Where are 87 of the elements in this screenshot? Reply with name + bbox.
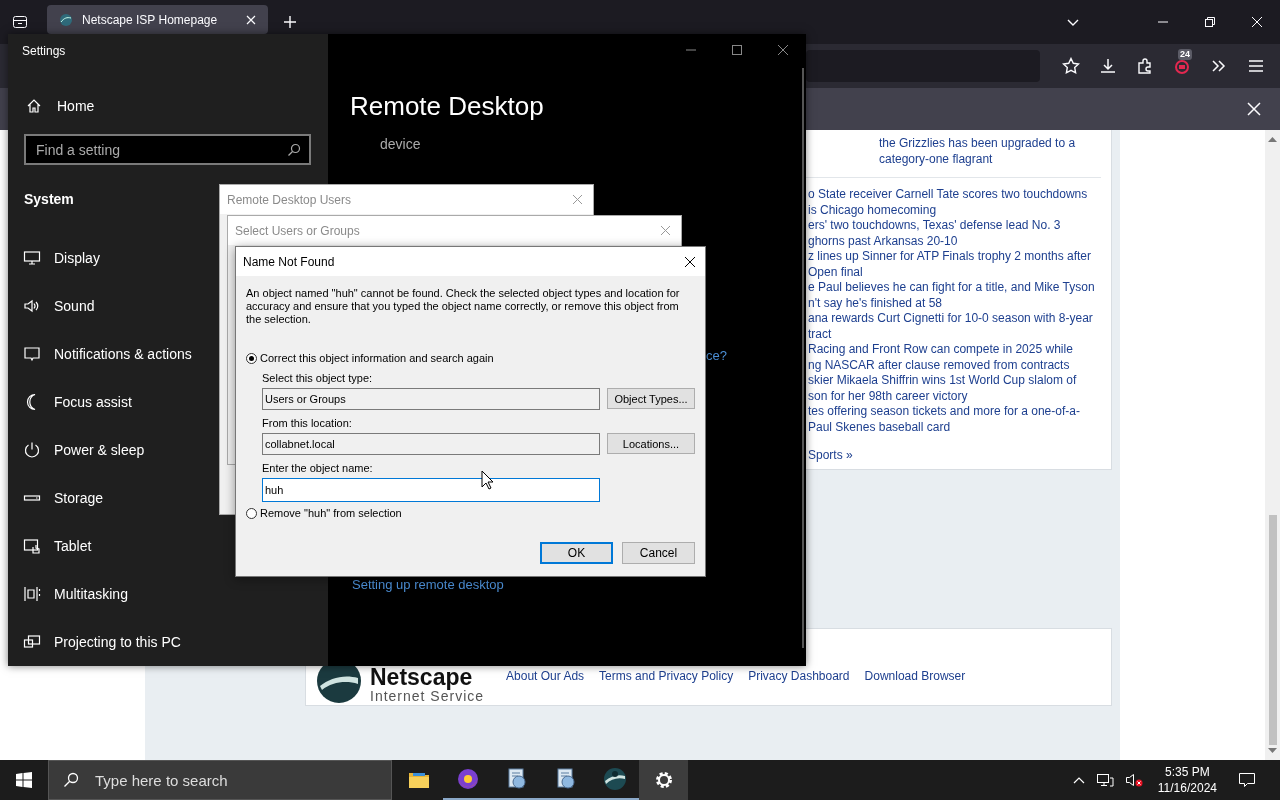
news-link[interactable]: tes offering season tickets and more for a one-of-a- [808,404,1111,420]
input-field[interactable]: Users or Groups [262,388,600,410]
search-field[interactable]: Type here to search [48,760,392,800]
field-label: From this location: [262,417,353,430]
more-link[interactable]: Sports » [808,448,1111,462]
browser-icon [455,767,480,791]
news-link[interactable]: son for her 98th career victory [808,388,1111,404]
dialog-title: Select Users or Groups [235,223,360,238]
nav-item[interactable]: Projecting to this PC [8,618,328,666]
count-badge: 24 [1178,49,1192,60]
footer-link[interactable]: About Our Ads [506,669,585,683]
news-link[interactable]: ers' two touchdowns, Texas' defense lead No. 3 [808,218,1111,234]
page-title: Remote Desktop [350,90,545,122]
search-icon [287,143,301,157]
dialog-button[interactable]: Cancel [622,542,695,564]
footer-link[interactable]: Terms and Privacy Policy [599,669,734,683]
help-link[interactable]: Setting up remote desktop [352,575,806,595]
display-icon [23,249,41,267]
dialog-message: An object named "huh" cannot be found. Check the selected object types and location for accuracy and ensure that you typed the object name correctly, or remove this object from the selection. [246,287,681,326]
favicon-icon [59,12,73,27]
dialog-button[interactable]: Locations... [607,433,695,454]
projecting-icon [23,633,41,651]
search-field[interactable]: Find a setting [24,134,311,165]
setting-description: device [380,135,422,154]
netscape-icon [602,767,627,791]
notifications-icon [23,345,41,363]
section-heading: System [24,190,74,209]
taskbar-app[interactable] [639,760,688,800]
windows-logo-icon [16,772,32,788]
home-item[interactable]: Home [26,96,328,115]
news-link[interactable]: ng NASCAR after clause removed from contracts [808,357,1111,373]
power-icon [23,441,41,459]
dialog-button[interactable]: Object Types... [607,388,695,409]
input-field[interactable]: huh [262,478,600,502]
news-link[interactable]: ana rewards Curt Cignetti for 10-0 season with 8-year [808,311,1111,327]
sound-icon [23,297,41,315]
news-link[interactable]: ghorns past Arkansas 20-10 [808,233,1111,249]
dialog-title: Name Not Found [243,254,335,269]
mouse-cursor-icon [481,470,494,490]
news-link[interactable]: tract [808,326,1111,342]
home-icon [26,97,42,114]
tab-list-icon[interactable] [12,14,28,30]
maximize-icon[interactable] [731,44,743,56]
new-tab-icon[interactable] [283,15,297,29]
close-icon[interactable] [684,255,696,268]
tablet-icon [23,537,41,555]
menu-icon[interactable] [1247,57,1265,75]
download-icon[interactable] [1099,57,1117,75]
help-link[interactable]: ce? [706,346,806,366]
caret-up-icon[interactable] [1072,776,1085,784]
news-link[interactable]: the Grizzlies has been upgraded to a [879,135,1101,151]
browser-tab[interactable]: Netscape ISP Homepage [47,5,268,34]
input-field[interactable]: collabnet.local [262,433,600,455]
volume-muted-icon[interactable] [1124,772,1143,788]
window-title: Settings [22,43,67,59]
news-link[interactable]: is Chicago homecoming [808,202,1111,218]
news-link[interactable]: skier Mikaela Shiffrin wins 1st World Cup slalom of [808,373,1111,389]
scroll-down-icon[interactable] [1268,748,1277,754]
news-link[interactable]: n't say he's finished at 58 [808,295,1111,311]
news-link[interactable]: o State receiver Carnell Tate scores two touchdowns [808,187,1111,203]
search-icon [63,772,79,788]
news-link[interactable]: Open final [808,264,1111,280]
restore-icon[interactable] [1204,16,1216,28]
news-link[interactable]: e Paul believes he can fight for a title, and Mike Tyson [808,280,1111,296]
field-label: Select this object type: [262,372,374,385]
dialog-title: Remote Desktop Users [227,192,352,207]
radio-option[interactable]: Correct this object information and search again [246,351,695,365]
clock[interactable]: 5:35 PM 11/16/2024 [1157,764,1217,796]
puzzle-icon[interactable] [1136,57,1154,75]
footer-link[interactable]: Privacy Dashboard [748,669,850,683]
news-link[interactable]: Racing and Front Row can compete in 2025 while [808,342,1111,358]
scroll-up-icon[interactable] [1268,136,1277,142]
radio-option[interactable]: Remove "huh" from selection [246,506,695,520]
scroll-thumb[interactable] [1268,515,1277,745]
close-icon[interactable] [777,44,789,56]
footer-link[interactable]: Download Browser [864,669,966,683]
nav-item[interactable]: Multitasking [8,570,328,618]
multitasking-icon [23,585,41,603]
field-label: Enter the object name: [262,462,374,475]
dialog-button[interactable]: OK [540,542,613,564]
star-icon[interactable] [1062,57,1080,75]
news-link[interactable]: z lines up Sinner for ATP Finals trophy 2 months after [808,249,1111,265]
network-icon[interactable] [1095,772,1114,788]
news-link[interactable]: Paul Skenes baseball card [808,419,1111,435]
news-link[interactable]: category-one flagrant [879,151,1101,167]
notification-icon[interactable] [1238,771,1256,789]
scrollbar[interactable] [1265,130,1280,760]
